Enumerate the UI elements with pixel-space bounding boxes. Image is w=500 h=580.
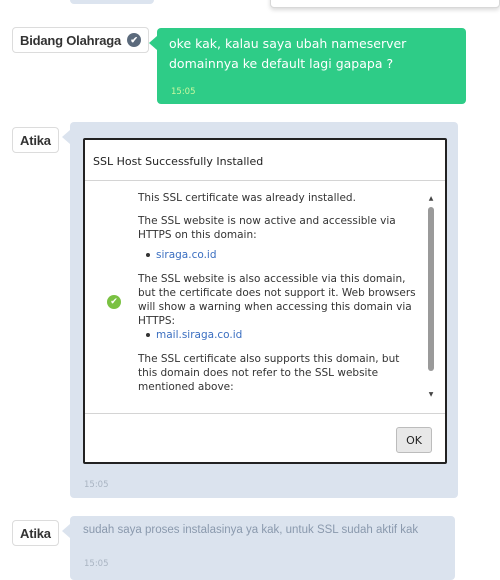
domain-list: mail.siraga.co.id (146, 328, 416, 342)
message-time: 15:05 (84, 480, 109, 490)
previous-message-bubble (70, 0, 154, 4)
sender-name: Bidang Olahraga (20, 32, 122, 48)
domain-link[interactable]: mail.siraga.co.id (146, 328, 416, 342)
sender-tag[interactable]: Atika (12, 127, 59, 153)
message-bubble: oke kak, kalau saya ubah nameserver doma… (149, 28, 466, 104)
paragraph: The SSL website is also accessible via t… (138, 273, 416, 327)
screenshot-attachment[interactable]: SSL Host Successfully Installed ✔ This S… (83, 138, 447, 464)
paragraph: The SSL website is now active and access… (138, 215, 396, 241)
message-text: sudah saya proses instalasinya ya kak, u… (83, 524, 419, 536)
domain-link[interactable]: siraga.co.id (146, 248, 416, 262)
message-time: 15:05 (171, 87, 196, 97)
scroll-thumb[interactable] (428, 207, 434, 371)
message-time: 15:05 (84, 559, 109, 569)
sender-name: Atika (20, 132, 51, 148)
previous-popup (270, 0, 500, 8)
ok-button[interactable]: OK (396, 427, 432, 453)
sender-tag[interactable]: Atika (12, 520, 59, 546)
paragraph: This SSL certificate was already install… (138, 192, 356, 204)
check-badge-icon: ✔ (127, 33, 142, 47)
chat-thread: Bidang Olahraga ✔ oke kak, kalau saya ub… (0, 0, 500, 580)
dialog-footer: OK (85, 413, 445, 462)
message-bubble: sudah saya proses instalasinya ya kak, u… (62, 516, 455, 580)
scroll-up-arrow-icon[interactable]: ▲ (427, 195, 435, 203)
sender-name: Atika (20, 525, 51, 541)
dialog-content: This SSL certificate was already install… (138, 191, 416, 403)
success-check-icon: ✔ (107, 295, 121, 309)
message-text: oke kak, kalau saya ubah nameserver doma… (169, 36, 407, 71)
dialog-body: ✔ This SSL certificate was already insta… (85, 181, 445, 413)
dialog-title: SSL Host Successfully Installed (93, 155, 264, 168)
scrollbar[interactable]: ▲ ▼ (427, 195, 435, 399)
paragraph: The SSL certificate also supports this d… (138, 353, 400, 393)
scroll-down-arrow-icon[interactable]: ▼ (427, 391, 435, 399)
domain-list: siraga.co.id (146, 248, 416, 262)
sender-tag[interactable]: Bidang Olahraga ✔ (12, 27, 150, 53)
